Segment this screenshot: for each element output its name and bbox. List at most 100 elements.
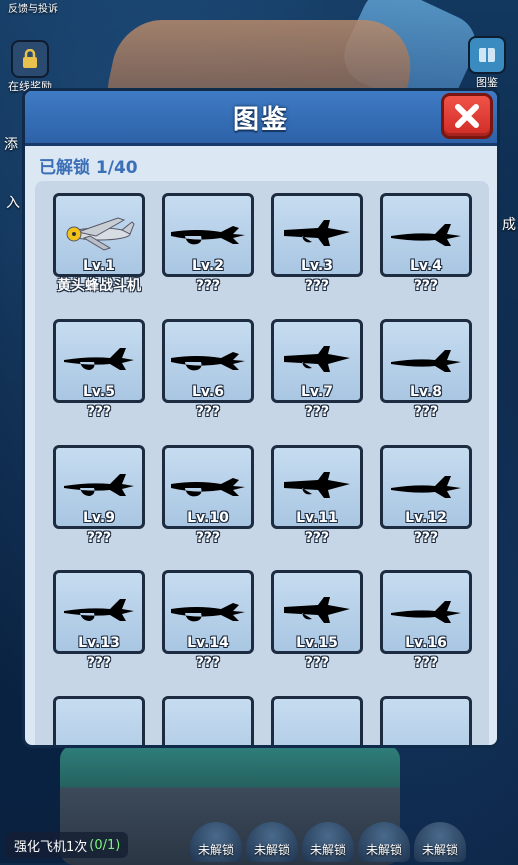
card-level: Lv.6 <box>192 384 224 400</box>
card-frame: Lv.10 <box>162 445 254 529</box>
card-frame: Lv.1 <box>53 193 145 277</box>
locked-plane-silhouette-icon <box>64 474 134 496</box>
task-pill[interactable]: 强化飞机1次 (0/1) <box>6 832 129 858</box>
card-frame: Lv.12 <box>380 445 472 529</box>
card-level: Lv.2 <box>192 258 224 274</box>
lock-icon <box>11 40 49 78</box>
collection-card[interactable]: Lv.15??? <box>271 570 363 671</box>
collection-card[interactable]: Lv.12??? <box>380 445 472 546</box>
locked-plane-silhouette-icon <box>64 348 134 370</box>
card-frame: Lv.8 <box>380 319 472 403</box>
feedback-button[interactable]: 反馈与投诉 <box>8 0 58 15</box>
collection-button[interactable]: 图鉴 <box>468 36 506 90</box>
card-name: ??? <box>195 655 221 671</box>
locked-plane-silhouette-icon <box>284 220 350 246</box>
collection-card[interactable] <box>380 696 472 745</box>
locked-plane-silhouette-icon <box>284 472 350 498</box>
card-frame <box>162 696 254 748</box>
collection-card[interactable]: Lv.11??? <box>271 445 363 546</box>
card-name: ??? <box>86 655 112 671</box>
collection-card[interactable] <box>271 696 363 748</box>
feedback-label: 反馈与投诉 <box>8 4 58 15</box>
card-frame <box>271 696 363 748</box>
card-name: ??? <box>304 655 330 671</box>
card-name: ??? <box>413 655 439 671</box>
card-level: Lv.10 <box>187 510 229 526</box>
card-level: Lv.14 <box>187 635 229 651</box>
plane-icon <box>66 217 135 251</box>
card-name: ??? <box>195 404 221 420</box>
locked-plane-silhouette-icon <box>284 346 350 372</box>
collection-card[interactable] <box>162 696 254 748</box>
card-level: Lv.3 <box>301 258 333 274</box>
collection-card[interactable]: Lv.3??? <box>271 193 363 294</box>
card-level: Lv.1 <box>83 258 115 274</box>
card-name: ??? <box>413 404 439 420</box>
empty-slot <box>60 713 138 748</box>
locked-slot-label: 未解锁 <box>197 843 234 857</box>
card-name: ??? <box>413 278 439 294</box>
collection-card[interactable]: Lv.5??? <box>53 319 145 420</box>
collection-card[interactable]: Lv.1 黄头蜂战斗机 <box>53 193 145 294</box>
card-name: ??? <box>413 530 439 546</box>
locked-plane-silhouette-icon <box>171 478 245 497</box>
card-name: ??? <box>304 404 330 420</box>
empty-slot <box>169 713 247 748</box>
locked-plane-silhouette-icon <box>64 599 134 621</box>
card-level: Lv.11 <box>296 510 338 526</box>
locked-plane-silhouette-icon <box>391 601 461 623</box>
locked-plane-silhouette-icon <box>391 350 461 372</box>
card-name: ??? <box>86 530 112 546</box>
collection-card[interactable]: Lv.6??? <box>162 319 254 420</box>
locked-plane-silhouette-icon <box>391 224 461 246</box>
dialog-title: 图鉴 <box>232 104 289 135</box>
collection-grid[interactable]: Lv.1 黄头蜂战斗机 Lv.2??? Lv.3??? Lv.4??? Lv.5??? Lv… <box>35 181 489 748</box>
card-frame: Lv.15 <box>271 570 363 654</box>
card-frame: Lv.4 <box>380 193 472 277</box>
card-frame: Lv.6 <box>162 319 254 403</box>
empty-slot <box>278 713 356 748</box>
card-frame <box>380 696 472 745</box>
card-name: ??? <box>86 404 112 420</box>
collection-card[interactable]: Lv.16??? <box>380 570 472 671</box>
collection-card[interactable]: Lv.10??? <box>162 445 254 546</box>
locked-plane-silhouette-icon <box>391 476 461 498</box>
card-frame: Lv.5 <box>53 319 145 403</box>
card-frame: Lv.9 <box>53 445 145 529</box>
unlock-count: 已解锁 1/40 <box>39 158 138 178</box>
collection-card[interactable]: Lv.4??? <box>380 193 472 294</box>
collection-card[interactable] <box>53 696 145 748</box>
card-name: ??? <box>195 278 221 294</box>
locked-plane-silhouette-icon <box>171 226 245 245</box>
collection-card[interactable]: Lv.8??? <box>380 319 472 420</box>
collection-card[interactable]: Lv.13??? <box>53 570 145 671</box>
card-level: Lv.8 <box>410 384 442 400</box>
locked-plane-silhouette-icon <box>171 603 245 622</box>
card-frame: Lv.3 <box>271 193 363 277</box>
card-level: Lv.5 <box>83 384 115 400</box>
card-frame: Lv.11 <box>271 445 363 529</box>
book-icon <box>468 36 506 74</box>
collection-dialog: 图鉴 已解锁 1/40 Lv.1 黄头蜂战斗机 Lv.2??? Lv.3??? Lv.4… <box>22 88 500 748</box>
locked-plane-silhouette-icon <box>284 597 350 623</box>
collection-card[interactable]: Lv.7??? <box>271 319 363 420</box>
locked-slot-label: 未解锁 <box>309 843 346 857</box>
task-progress: (0/1) <box>89 837 121 853</box>
online-reward-button[interactable]: 在线奖励 <box>8 40 52 94</box>
card-name: ??? <box>304 278 330 294</box>
left-edge-label-1: 添 <box>4 137 18 153</box>
close-button[interactable] <box>441 93 493 139</box>
card-frame: Lv.7 <box>271 319 363 403</box>
collection-card[interactable]: Lv.2??? <box>162 193 254 294</box>
card-level: Lv.12 <box>405 510 447 526</box>
card-name: ??? <box>195 530 221 546</box>
card-frame: Lv.13 <box>53 570 145 654</box>
left-edge-label-2: 入 <box>6 195 20 211</box>
card-frame: Lv.2 <box>162 193 254 277</box>
collection-card[interactable]: Lv.9??? <box>53 445 145 546</box>
card-level: Lv.9 <box>83 510 115 526</box>
card-name: ??? <box>304 530 330 546</box>
collection-card[interactable]: Lv.14??? <box>162 570 254 671</box>
card-level: Lv.7 <box>301 384 333 400</box>
locked-slot-label: 未解锁 <box>253 843 290 857</box>
